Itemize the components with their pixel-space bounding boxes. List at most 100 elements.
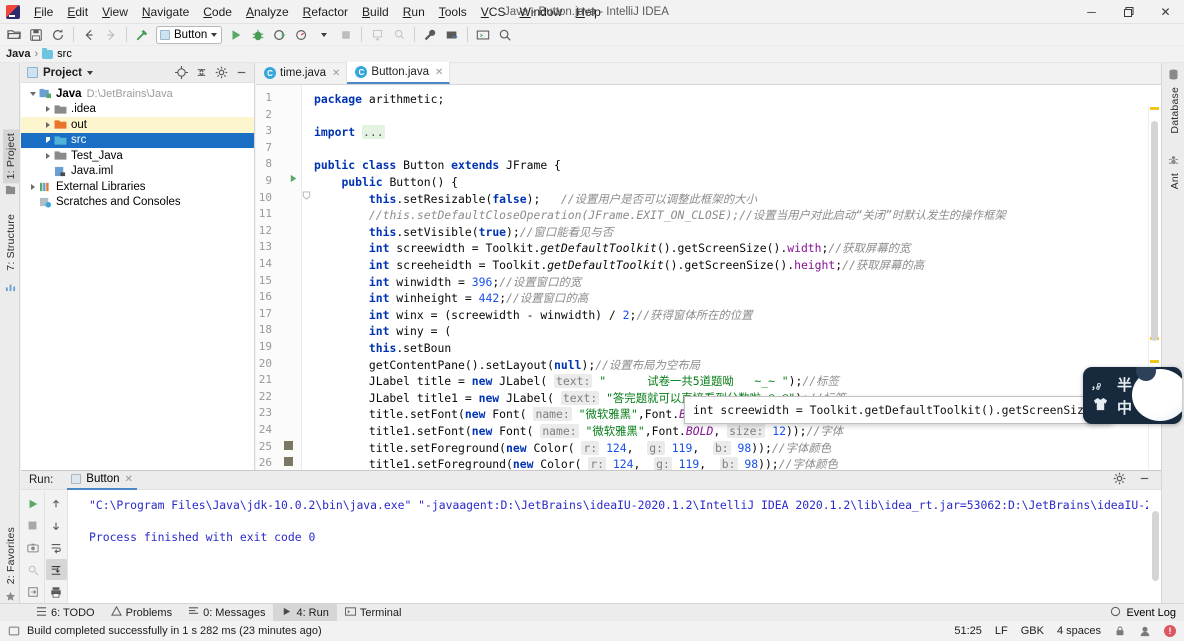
menu-item-build[interactable]: Build	[355, 0, 396, 24]
debug-icon[interactable]	[248, 25, 268, 45]
tree-twisty-icon[interactable]	[27, 88, 38, 99]
editor-gutter[interactable]: 1 2 3 7 8 9 10 11 12 13 14 15 16 17 18 19 20 21 22 23 24 25 26…	[256, 85, 302, 470]
tree-twisty-icon[interactable]	[42, 150, 53, 161]
code-line-8[interactable]: public class Button extends JFrame {	[314, 157, 561, 174]
sidebar-item-project[interactable]: 1: Project	[3, 129, 19, 184]
editor-tab-button-java[interactable]: C Button.java ✕	[347, 62, 451, 84]
project-structure-icon[interactable]	[442, 25, 462, 45]
back-arrow-icon[interactable]	[79, 25, 99, 45]
code-line-10[interactable]: this.setResizable(false); //设置用户是否可以调整此框…	[314, 191, 757, 208]
minimize-button[interactable]: ─	[1073, 0, 1110, 24]
tree-twisty-icon[interactable]	[42, 135, 53, 146]
scroll-up-icon[interactable]	[46, 493, 67, 514]
sync-icon[interactable]	[48, 25, 68, 45]
code-line-14[interactable]: int screeheidth = Toolkit.getDefaultTool…	[314, 257, 924, 274]
bottom-tab-terminal[interactable]: Terminal	[337, 604, 410, 622]
code-line-3[interactable]: import ...	[314, 124, 385, 141]
ime-width-toggle[interactable]: 半	[1117, 374, 1132, 395]
soft-wrap-icon[interactable]	[46, 537, 67, 558]
run-configuration-selector[interactable]: Button	[156, 25, 223, 44]
code-line-24[interactable]: title1.setFont(new Font( name: "微软雅黑",Fo…	[314, 423, 843, 440]
menu-item-refactor[interactable]: Refactor	[296, 0, 355, 24]
rerun-icon[interactable]	[22, 493, 43, 514]
event-log-label[interactable]: Event Log	[1126, 607, 1176, 619]
profile-icon[interactable]	[292, 25, 312, 45]
run-with-coverage-icon[interactable]	[270, 25, 290, 45]
console-scrollbar[interactable]	[1152, 511, 1159, 581]
screenshot-icon[interactable]	[22, 537, 43, 558]
close-icon[interactable]: ✕	[125, 474, 133, 485]
build-status-message[interactable]: Build completed successfully in 1 s 282 …	[27, 625, 322, 637]
collapse-all-icon[interactable]	[195, 66, 208, 79]
code-line-15[interactable]: int winwidth = 396;//设置窗口的宽	[314, 274, 581, 291]
open-folder-icon[interactable]	[4, 25, 24, 45]
line-separator[interactable]: LF	[995, 625, 1008, 637]
chevron-down-icon[interactable]	[87, 70, 93, 75]
breadcrumb-leaf[interactable]: src	[57, 48, 72, 60]
code-line-1[interactable]: package arithmetic;	[314, 91, 444, 108]
export-icon[interactable]	[22, 581, 43, 602]
profile-dropdown-icon[interactable]	[314, 25, 334, 45]
error-badge[interactable]: !	[1164, 625, 1176, 637]
sidebar-item-favorites[interactable]: 2: Favorites	[3, 523, 19, 588]
code-line-21[interactable]: JLabel title = new JLabel( text: " 试卷一共5…	[314, 373, 839, 390]
ime-skin-icon[interactable]	[1093, 398, 1108, 414]
editor-vertical-scrollbar[interactable]	[1151, 121, 1158, 341]
maximize-button[interactable]	[1110, 0, 1147, 24]
tree-twisty-icon[interactable]	[27, 181, 38, 192]
color-swatch-gutter-icon[interactable]	[284, 457, 293, 467]
scroll-down-icon[interactable]	[46, 515, 67, 536]
menu-item-file[interactable]: File	[27, 0, 60, 24]
scroll-to-end-icon[interactable]	[45, 559, 67, 580]
code-line-18[interactable]: int winy = (	[314, 323, 451, 340]
tree-twisty-icon[interactable]	[42, 166, 53, 177]
file-encoding[interactable]: GBK	[1021, 625, 1044, 637]
code-editor[interactable]: 1 2 3 7 8 9 10 11 12 13 14 15 16 17 18 19 20 21 22 23 24 25 26…	[256, 85, 1161, 470]
menu-item-analyze[interactable]: Analyze	[239, 0, 296, 24]
tree-twisty-icon[interactable]	[27, 197, 38, 208]
menu-item-run[interactable]: Run	[396, 0, 432, 24]
tree-twisty-icon[interactable]	[42, 119, 53, 130]
tree-node-src[interactable]: src	[21, 132, 254, 148]
hide-panel-icon[interactable]	[235, 66, 248, 79]
build-hammer-icon[interactable]	[132, 25, 152, 45]
code-line-16[interactable]: int winheight = 442;//设置窗口的高	[314, 290, 588, 307]
color-swatch-gutter-icon[interactable]	[284, 440, 293, 450]
fold-region-icon[interactable]	[302, 191, 311, 203]
editor-fold-gutter[interactable]	[302, 85, 314, 470]
close-icon[interactable]: ✕	[435, 67, 443, 78]
save-all-icon[interactable]	[26, 25, 46, 45]
breadcrumb-root[interactable]: Java	[6, 48, 30, 60]
code-line-12[interactable]: this.setVisible(true);//窗口能看见与否	[314, 224, 613, 241]
tree-node-java[interactable]: Java D:\JetBrains\Java	[21, 86, 254, 102]
menu-item-view[interactable]: View	[95, 0, 135, 24]
code-line-19[interactable]: this.setBoun	[314, 340, 451, 357]
gear-icon[interactable]	[215, 66, 228, 79]
close-icon[interactable]: ✕	[332, 68, 340, 79]
caret-position[interactable]: 51:25	[954, 625, 982, 637]
locate-target-icon[interactable]	[175, 66, 188, 79]
tree-node-scratches-and-consoles[interactable]: Scratches and Consoles	[21, 195, 254, 211]
ime-punctuation-toggle[interactable]: ，。	[1091, 377, 1106, 392]
settings-wrench-icon[interactable]	[420, 25, 440, 45]
menu-item-edit[interactable]: Edit	[60, 0, 95, 24]
sogou-ime-toolbar[interactable]: ，。 半 中	[1083, 367, 1182, 424]
code-line-26[interactable]: title1.setForeground(new Color( r: 124, …	[314, 456, 838, 470]
menu-item-code[interactable]: Code	[196, 0, 239, 24]
ime-language-toggle[interactable]: 中	[1117, 397, 1132, 418]
lock-icon[interactable]	[1114, 625, 1126, 637]
code-line-9[interactable]: public Button() {	[314, 174, 458, 191]
code-line-25[interactable]: title.setForeground(new Color( r: 124, g…	[314, 440, 831, 457]
sidebar-item-ant[interactable]: Ant	[1167, 171, 1183, 191]
tree-node-test-java[interactable]: Test_Java	[21, 148, 254, 164]
minimize-icon[interactable]	[1138, 472, 1151, 488]
bottom-tab-6--todo[interactable]: 6: TODO	[28, 604, 103, 622]
tree-node-out[interactable]: out	[21, 117, 254, 133]
bottom-tab-problems[interactable]: Problems	[103, 604, 180, 622]
editor-tab-time-java[interactable]: Ctime.java ✕	[256, 62, 348, 84]
gear-icon[interactable]	[1113, 472, 1126, 488]
menu-item-navigate[interactable]: Navigate	[135, 0, 196, 24]
run-gutter-icon[interactable]	[289, 174, 298, 186]
terminal-icon[interactable]	[473, 25, 493, 45]
run-tab-button[interactable]: Button ✕	[67, 471, 137, 490]
